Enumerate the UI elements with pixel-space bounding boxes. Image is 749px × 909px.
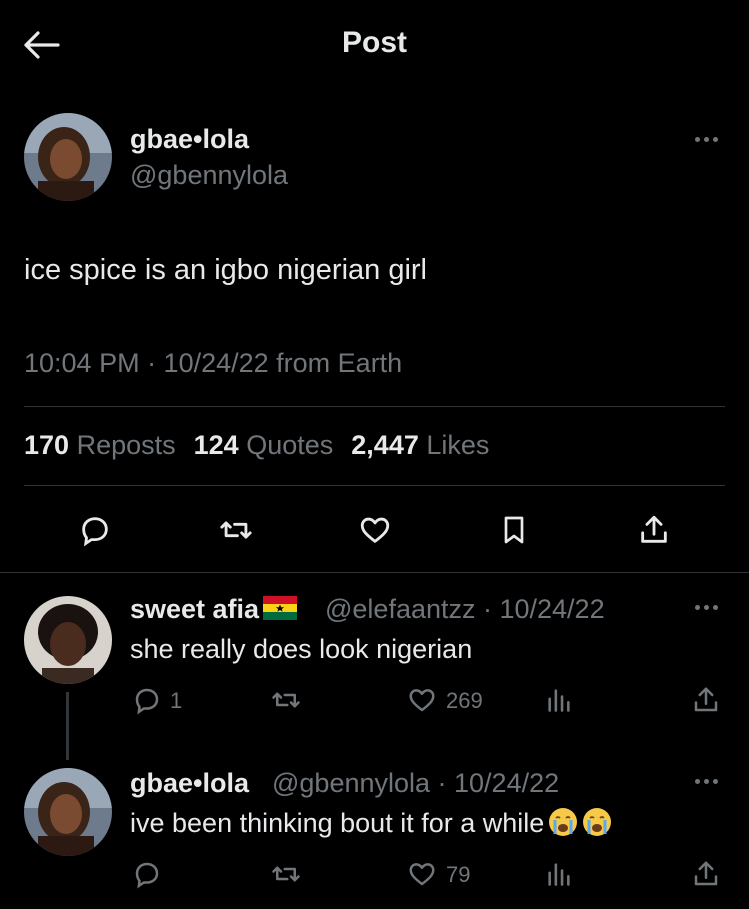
more-options-icon[interactable] (695, 605, 718, 610)
like-button[interactable] (404, 857, 440, 891)
views-button[interactable] (542, 857, 576, 891)
repost-icon (220, 521, 252, 539)
analytics-icon (548, 689, 570, 712)
divider (24, 485, 725, 486)
repost-icon (272, 866, 300, 882)
reposts-stat[interactable]: 170 Reposts (24, 430, 176, 461)
share-button[interactable] (632, 508, 676, 552)
post-text: ice spice is an igbo nigerian girl (24, 254, 427, 286)
repost-button[interactable] (268, 857, 304, 891)
share-icon (694, 861, 718, 886)
reply-icon (82, 517, 108, 547)
reply-text: she really does look nigerian (130, 634, 473, 664)
divider (24, 406, 725, 407)
reply-button[interactable] (130, 683, 164, 717)
like-button[interactable] (353, 508, 397, 552)
reply-author-handle[interactable]: @gbennylola · 10/24/22 (272, 768, 559, 799)
like-button[interactable] (404, 683, 440, 717)
share-button[interactable] (689, 683, 723, 717)
thread-connector (66, 692, 69, 760)
ghana-flag-icon (263, 596, 298, 620)
repost-button[interactable] (214, 508, 258, 552)
reply-count: 1 (170, 688, 183, 713)
crying-face-icon (583, 808, 612, 836)
reply-button[interactable] (130, 857, 164, 891)
reply-icon (135, 688, 159, 715)
reply-button[interactable] (73, 508, 117, 552)
page-title: Post (341, 26, 407, 59)
more-options-icon[interactable] (695, 779, 718, 784)
quotes-stat[interactable]: 124 Quotes (194, 430, 334, 461)
reply-avatar[interactable] (24, 768, 112, 856)
bookmark-icon (504, 516, 524, 544)
share-icon (641, 515, 667, 543)
repost-button[interactable] (268, 683, 304, 717)
share-button[interactable] (689, 857, 723, 891)
repost-icon (272, 692, 300, 708)
top-bar: Post (0, 0, 749, 90)
analytics-icon (548, 863, 570, 886)
post-stats: 170 Reposts 124 Quotes 2,447 Likes (24, 430, 489, 461)
author-name[interactable]: gbae•lola (130, 124, 249, 155)
like-count: 269 (446, 688, 483, 713)
crying-face-icon (549, 808, 578, 836)
divider (0, 572, 749, 573)
more-options-icon[interactable] (695, 137, 718, 142)
reply-author-name[interactable]: sweet afia (130, 594, 298, 625)
likes-stat[interactable]: 2,447 Likes (351, 430, 489, 461)
reply-avatar[interactable] (24, 596, 112, 684)
post-timestamp: 10:04 PM · 10/24/22 from Earth (24, 348, 403, 378)
reply-text: ive been thinking bout it for a while (130, 807, 612, 839)
share-icon (694, 687, 718, 712)
bookmark-button[interactable] (492, 508, 536, 552)
like-icon (409, 863, 435, 886)
author-avatar[interactable] (24, 113, 112, 201)
like-icon (360, 517, 390, 543)
like-count: 79 (446, 862, 471, 887)
reply-icon (135, 862, 159, 889)
reply-author-handle[interactable]: @elefaantzz · 10/24/22 (325, 594, 605, 625)
author-handle[interactable]: @gbennylola (130, 160, 288, 191)
like-icon (409, 689, 435, 712)
views-button[interactable] (542, 683, 576, 717)
reply-author-name[interactable]: gbae•lola (130, 768, 249, 799)
